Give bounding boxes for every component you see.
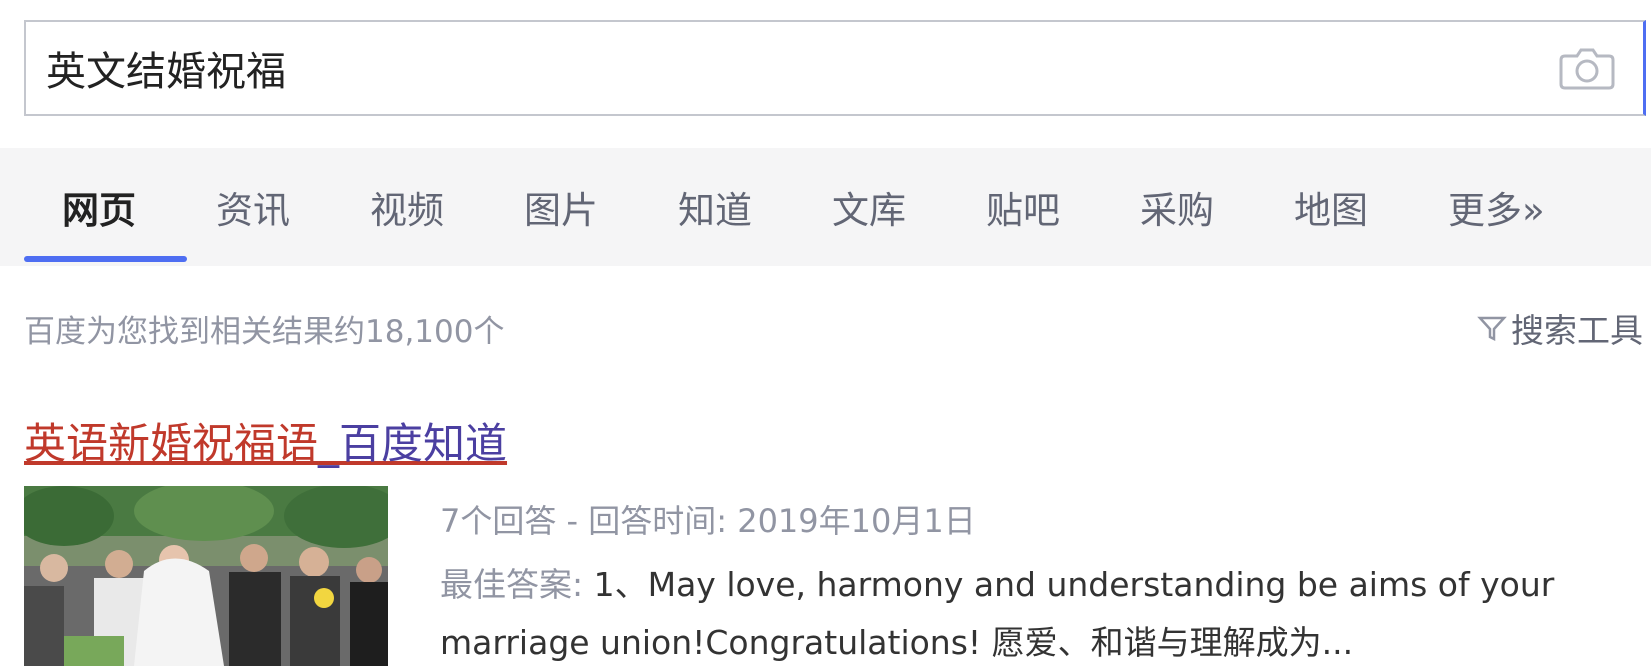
tab-tieba[interactable]: 贴吧 — [986, 180, 1060, 234]
tab-news[interactable]: 资讯 — [216, 180, 290, 234]
result-thumbnail[interactable] — [24, 486, 388, 666]
filter-icon — [1477, 316, 1507, 342]
search-input[interactable] — [46, 36, 1526, 100]
tab-wenku[interactable]: 文库 — [832, 180, 906, 234]
tab-more[interactable]: 更多» — [1448, 180, 1545, 234]
tab-web[interactable]: 网页 — [62, 180, 136, 234]
result-count: 百度为您找到相关结果约18,100个 — [24, 314, 505, 350]
camera-icon[interactable] — [1559, 46, 1615, 90]
search-tools-button[interactable]: 搜索工具 — [1477, 304, 1643, 352]
search-tools-label: 搜索工具 — [1511, 311, 1643, 350]
tab-map[interactable]: 地图 — [1294, 180, 1368, 234]
search-tabs: 网页 资讯 视频 图片 知道 文库 贴吧 采购 地图 更多» — [0, 148, 1651, 266]
search-results-page: 网页 资讯 视频 图片 知道 文库 贴吧 采购 地图 更多» 百度为您找到相关结… — [0, 0, 1651, 666]
tab-purchase[interactable]: 采购 — [1140, 180, 1214, 234]
tab-images[interactable]: 图片 — [524, 180, 598, 234]
result-title-main: 英语新婚祝福语 — [24, 419, 319, 468]
tab-video[interactable]: 视频 — [370, 180, 444, 234]
tab-zhidao[interactable]: 知道 — [678, 180, 752, 234]
result-title-link[interactable]: 英语新婚祝福语_百度知道 — [24, 410, 507, 471]
active-tab-indicator — [24, 256, 187, 262]
result-meta: 7个回答 - 回答时间: 2019年10月1日 — [440, 502, 976, 540]
wedding-photo — [24, 486, 388, 666]
result-snippet: 最佳答案: 1、May love, harmony and understand… — [440, 556, 1640, 666]
best-answer-label: 最佳答案: — [440, 565, 594, 604]
result-title-source: _百度知道 — [318, 419, 508, 468]
search-box[interactable] — [24, 20, 1646, 116]
best-answer-text: 1、May love, harmony and understanding be… — [440, 565, 1555, 662]
